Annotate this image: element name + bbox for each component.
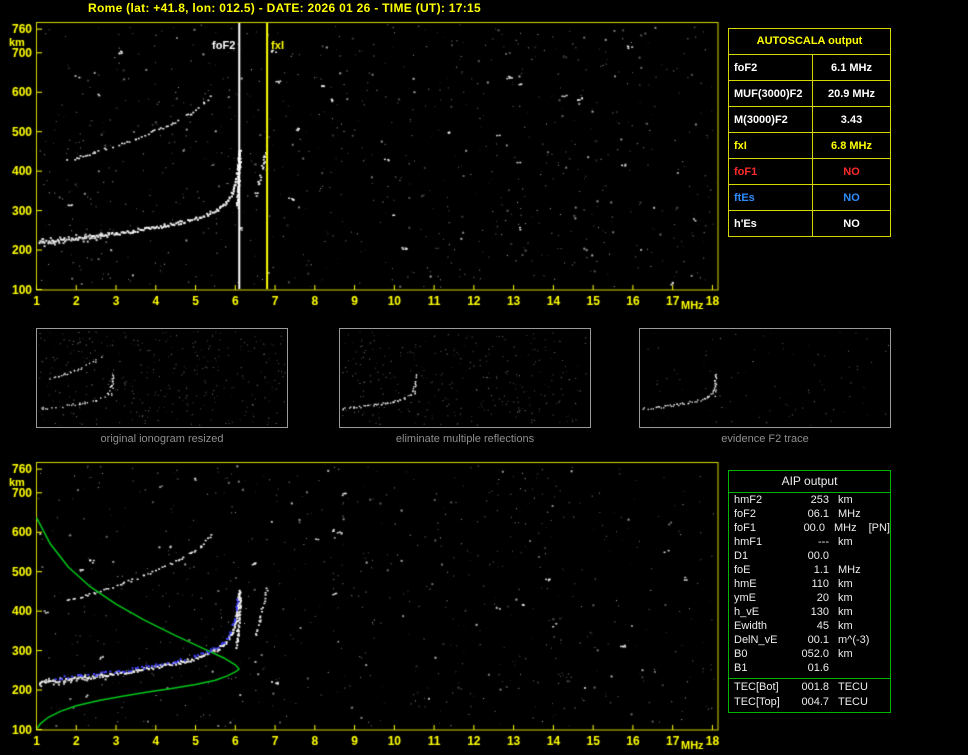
aip-row-foE: foE 1.1 MHz [734, 564, 861, 576]
autoscala-rows: foF2 6.1 MHz MUF(3000)F2 20.9 MHz M(3000)F2 3… [729, 54, 890, 236]
station-title: Rome (lat: +41.8, lon: 012.5) - DATE: 20… [88, 1, 481, 15]
aip-row-foF1: foF1 00.0 MHz [PN] [734, 522, 890, 534]
autoscala-row-ftEs: ftEs NO [729, 184, 890, 210]
aip-row-TEC-Bot-: TEC[Bot] 001.8 TECU [729, 678, 890, 695]
autoscala-row-foF2: foF2 6.1 MHz [729, 54, 890, 80]
aip-row-DelN-vE: DelN_vE 00.1 m^(-3) [734, 634, 870, 646]
aip-title: AIP output [729, 471, 890, 493]
ionogram-bottom-canvas [0, 456, 724, 755]
aip-row-Ewidth: Ewidth 45 km [734, 620, 853, 632]
aip-rows: hmF2 253 km foF2 06.1 MHz foF1 00.0 MHz [PN] hmF1-… [729, 493, 890, 709]
thumbnail-original-ionogram-canvas [36, 328, 288, 428]
aip-row-hmF2: hmF2 253 km [734, 494, 853, 506]
autoscala-row-M-3000-F2: M(3000)F2 3.43 [729, 106, 890, 132]
aip-row-h-vE: h_vE 130 km [734, 606, 853, 618]
aip-row-hmE: hmE 110 km [734, 578, 853, 590]
thumbnail-eliminate-reflections-canvas [339, 328, 591, 428]
aip-row-TEC-Top-: TEC[Top] 004.7 TECU [734, 696, 868, 708]
autoscala-row-fxI: fxI 6.8 MHz [729, 132, 890, 158]
autoscala-row-h-Es: h'Es NO [729, 210, 890, 236]
aip-row-D1: D1 00.0 [734, 550, 829, 562]
autoscala-row-foF1: foF1 NO [729, 158, 890, 184]
thumbnail-evidence-f2-canvas [639, 328, 891, 428]
autoscala-row-MUF-3000-F2: MUF(3000)F2 20.9 MHz [729, 80, 890, 106]
aip-table: AIP output hmF2 253 km foF2 06.1 MHz foF1 00.0 M… [728, 470, 891, 713]
autoscala-title: AUTOSCALA output [756, 35, 863, 47]
aip-row-foF2: foF2 06.1 MHz [734, 508, 861, 520]
ionogram-top-canvas [0, 16, 724, 316]
aip-row-B0: B0 052.0 km [734, 648, 853, 660]
thumbnail-caption-evidence: evidence F2 trace [721, 433, 809, 445]
thumbnail-caption-original: original ionogram resized [100, 433, 224, 445]
autoscala-table: AUTOSCALA output foF2 6.1 MHz MUF(3000)F2 2… [728, 28, 891, 237]
aip-row-B1: B1 01.6 [734, 662, 829, 674]
aip-row-hmF1: hmF1 --- km [734, 536, 853, 548]
aip-row-ymE: ymE 20 km [734, 592, 853, 604]
thumbnail-caption-eliminate: eliminate multiple reflections [395, 433, 535, 445]
